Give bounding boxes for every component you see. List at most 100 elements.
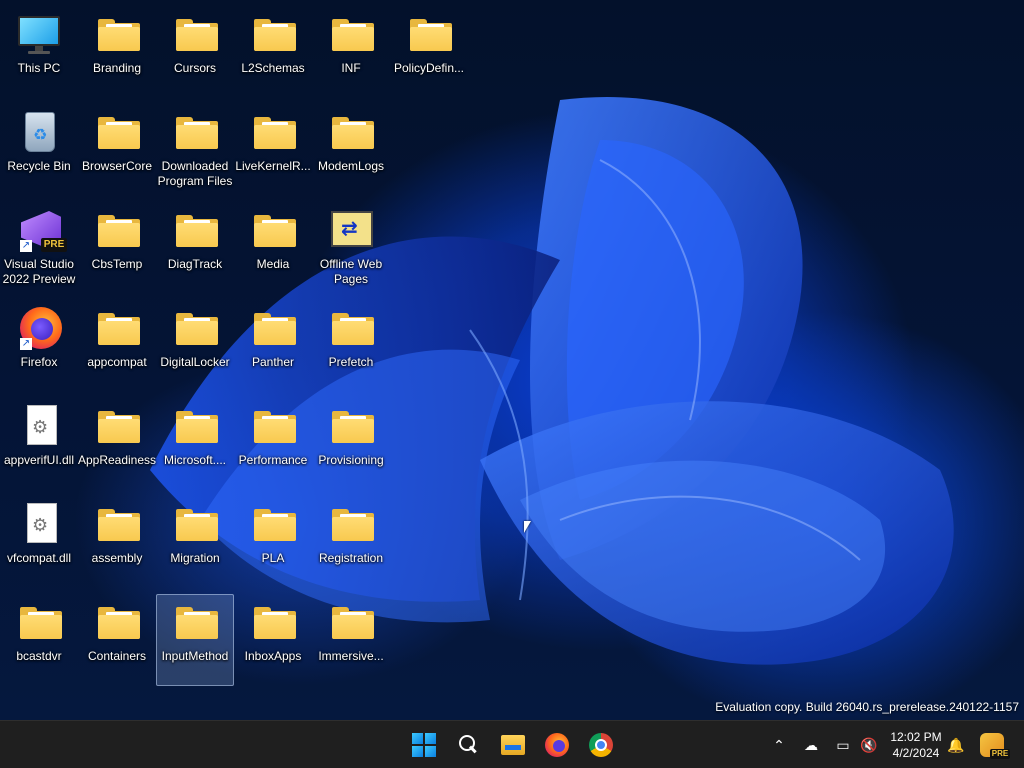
- desktop-icon[interactable]: Immersive...: [312, 594, 390, 686]
- desktop-icon[interactable]: Media: [234, 202, 312, 294]
- desktop-icon[interactable]: ⚙ appverifUI.dll: [0, 398, 78, 490]
- desktop-icon-label: AppReadiness: [77, 453, 157, 467]
- folder-icon: [171, 403, 219, 449]
- desktop-icon-label: Microsoft....: [163, 453, 226, 467]
- folder-icon: [249, 305, 297, 351]
- folder-icon: [327, 109, 375, 155]
- desktop-icon-label: Branding: [92, 61, 142, 75]
- offline-web-pages-icon: ⇄: [327, 207, 375, 253]
- network-icon[interactable]: ▭: [833, 735, 853, 755]
- folder-icon: [93, 305, 141, 351]
- desktop-icon-label: appcompat: [87, 355, 147, 369]
- desktop-icon-label: BrowserCore: [81, 159, 153, 173]
- desktop-icon[interactable]: INF: [312, 6, 390, 98]
- visual-studio-icon: PRE ↗: [15, 207, 67, 253]
- desktop-icon[interactable]: Downloaded Program Files: [156, 104, 234, 196]
- desktop-icon[interactable]: InboxApps: [234, 594, 312, 686]
- clock-date: 4/2/2024: [892, 746, 940, 760]
- folder-icon: [93, 11, 141, 57]
- desktop-icon-label: vfcompat.dll: [6, 551, 72, 565]
- desktop-icon-label: Cursors: [173, 61, 216, 75]
- desktop-icon-label: Registration: [318, 551, 384, 565]
- desktop-icon-label: Visual Studio 2022 Preview: [2, 257, 76, 286]
- desktop-icon[interactable]: PolicyDefin...: [390, 6, 468, 98]
- desktop-icon[interactable]: LiveKernelR...: [234, 104, 312, 196]
- desktop-icon[interactable]: Microsoft....: [156, 398, 234, 490]
- desktop-icon[interactable]: Registration: [312, 496, 390, 588]
- folder-icon: [171, 109, 219, 155]
- desktop-icon-label: Migration: [170, 551, 220, 565]
- windows-start-icon[interactable]: [406, 727, 442, 763]
- folder-icon: [327, 599, 375, 645]
- desktop-icon-label: Prefetch: [328, 355, 374, 369]
- desktop-icon[interactable]: bcastdvr: [0, 594, 78, 686]
- dll-file-icon: ⚙: [15, 403, 63, 449]
- folder-icon: [171, 207, 219, 253]
- clock-time: 12:02 PM: [890, 730, 942, 744]
- desktop-icon-label: Immersive...: [318, 649, 384, 663]
- desktop-icon[interactable]: DigitalLocker: [156, 300, 234, 392]
- desktop-icon[interactable]: appcompat: [78, 300, 156, 392]
- desktop-icon[interactable]: AppReadiness: [78, 398, 156, 490]
- notification-bell-icon[interactable]: 🔔: [946, 735, 966, 755]
- folder-icon: [249, 109, 297, 155]
- desktop-icon[interactable]: Prefetch: [312, 300, 390, 392]
- folder-icon: [327, 305, 375, 351]
- desktop-icon[interactable]: Panther: [234, 300, 312, 392]
- desktop-icon[interactable]: Cursors: [156, 6, 234, 98]
- desktop-icon-label: appverifUI.dll: [3, 453, 75, 467]
- desktop-icon[interactable]: PLA: [234, 496, 312, 588]
- desktop-icon[interactable]: L2Schemas: [234, 6, 312, 98]
- firefox-icon[interactable]: [539, 727, 575, 763]
- desktop-icon[interactable]: InputMethod: [156, 594, 234, 686]
- desktop-icon-label: ModemLogs: [317, 159, 385, 173]
- desktop-icon[interactable]: assembly: [78, 496, 156, 588]
- folder-icon: [327, 501, 375, 547]
- folder-icon: [15, 599, 63, 645]
- desktop-icon-label: bcastdvr: [16, 649, 62, 663]
- this-pc-icon: [15, 11, 63, 57]
- recycle-bin-icon: ♻: [15, 109, 63, 155]
- desktop-icon-label: Provisioning: [318, 453, 384, 467]
- file-explorer-icon[interactable]: [495, 727, 531, 763]
- desktop-icon[interactable]: This PC: [0, 6, 78, 98]
- taskbar: ⌃ ☁ ▭ 🔇 12:02 PM 4/2/2024 🔔 PRE: [0, 720, 1024, 768]
- desktop-icon[interactable]: Performance: [234, 398, 312, 490]
- desktop-icon[interactable]: DiagTrack: [156, 202, 234, 294]
- desktop-icon[interactable]: ⇄ Offline Web Pages: [312, 202, 390, 294]
- dll-file-icon: ⚙: [15, 501, 63, 547]
- desktop-icon[interactable]: ↗ Firefox: [0, 300, 78, 392]
- volume-muted-icon[interactable]: 🔇: [859, 735, 879, 755]
- desktop-icon[interactable]: Provisioning: [312, 398, 390, 490]
- folder-icon: [93, 403, 141, 449]
- desktop-icon[interactable]: CbsTemp: [78, 202, 156, 294]
- desktop-icon-label: Containers: [87, 649, 147, 663]
- desktop-icon[interactable]: BrowserCore: [78, 104, 156, 196]
- desktop-icon-label: Firefox: [20, 355, 58, 369]
- search-icon[interactable]: [451, 727, 487, 763]
- folder-icon: [249, 403, 297, 449]
- desktop-icon[interactable]: ♻ Recycle Bin: [0, 104, 78, 196]
- desktop-icon[interactable]: Branding: [78, 6, 156, 98]
- system-clock[interactable]: 12:02 PM 4/2/2024: [884, 729, 948, 761]
- chrome-icon[interactable]: [583, 727, 619, 763]
- folder-icon: [249, 599, 297, 645]
- folder-icon: [93, 599, 141, 645]
- desktop-icon[interactable]: Migration: [156, 496, 234, 588]
- desktop-icon-label: Panther: [251, 355, 295, 369]
- desktop-icon-label: Downloaded Program Files: [157, 159, 233, 188]
- folder-icon: [249, 501, 297, 547]
- folder-icon: [171, 11, 219, 57]
- desktop-icon-label: DiagTrack: [167, 257, 223, 271]
- folder-icon: [327, 11, 375, 57]
- folder-icon: [93, 207, 141, 253]
- desktop-icon[interactable]: ModemLogs: [312, 104, 390, 196]
- chevron-up-icon[interactable]: ⌃: [769, 735, 789, 755]
- desktop-icon[interactable]: ⚙ vfcompat.dll: [0, 496, 78, 588]
- desktop-icon[interactable]: PRE ↗ Visual Studio 2022 Preview: [0, 202, 78, 294]
- desktop-icon[interactable]: Containers: [78, 594, 156, 686]
- folder-icon: [249, 11, 297, 57]
- desktop-icon-label: InputMethod: [161, 649, 229, 663]
- folder-icon: [93, 501, 141, 547]
- onedrive-offline-icon[interactable]: ☁: [801, 735, 821, 755]
